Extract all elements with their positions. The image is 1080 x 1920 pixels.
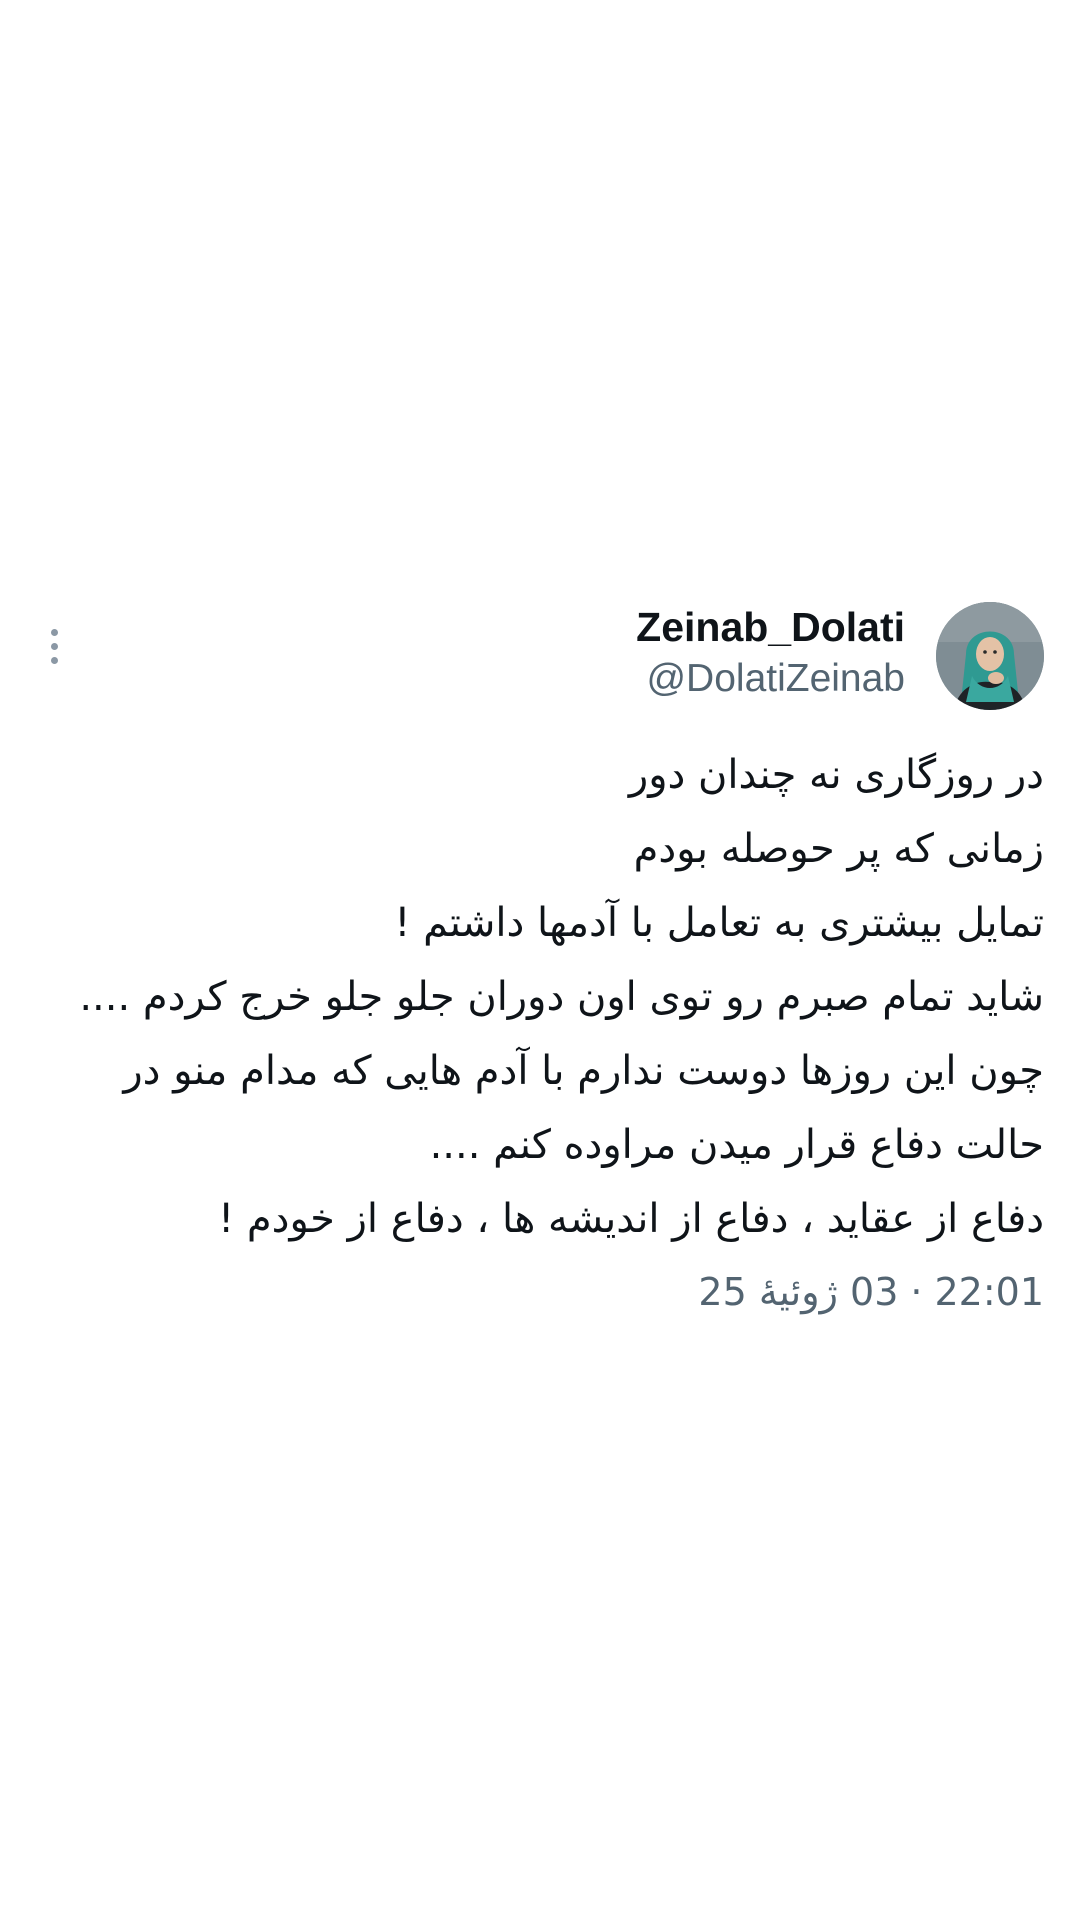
- tweet-text-line: زمانی که پر حوصله بودم: [633, 826, 1044, 872]
- tweet-text-line: تمایل بیشتری به تعامل با آدمها داشتم !: [394, 900, 1044, 946]
- avatar[interactable]: [936, 602, 1044, 710]
- author-handle[interactable]: @DolatiZeinab: [646, 655, 905, 703]
- tweet-card: Zeinab_Dolati @DolatiZeinab در روزگاری ن…: [0, 0, 1080, 1920]
- more-vertical-icon-dot: [50, 656, 58, 664]
- profile-photo-icon: [936, 602, 1044, 710]
- tweet-text-line: دفاع از عقاید ، دفاع از اندیشه ها ، دفاع…: [218, 1196, 1044, 1242]
- tweet-text-line: حالت دفاع قرار میدن مراوده کنم ....: [429, 1122, 1044, 1168]
- timestamp-date: 03 ژوئیهٔ 25: [698, 1270, 899, 1314]
- tweet-text-line: شاید تمام صبرم رو توی اون دوران جلو جلو …: [79, 974, 1044, 1020]
- timestamp-time: 22:01: [934, 1270, 1044, 1314]
- timestamp-separator: ·: [910, 1270, 923, 1314]
- tweet-text-line: چون این روزها دوست ندارم با آدم هایی که …: [123, 1048, 1044, 1094]
- tweet-timestamp[interactable]: 22:01·03 ژوئیهٔ 25: [698, 1268, 1044, 1316]
- author-display-name[interactable]: Zeinab_Dolati: [636, 602, 905, 652]
- more-vertical-icon: [50, 628, 58, 636]
- tweet-text: در روزگاری نه چندان دور زمانی که پر حوصل…: [36, 738, 1044, 1256]
- more-options-button[interactable]: [36, 622, 72, 670]
- tweet-text-line: در روزگاری نه چندان دور: [628, 752, 1044, 798]
- more-vertical-icon-dot: [50, 642, 58, 650]
